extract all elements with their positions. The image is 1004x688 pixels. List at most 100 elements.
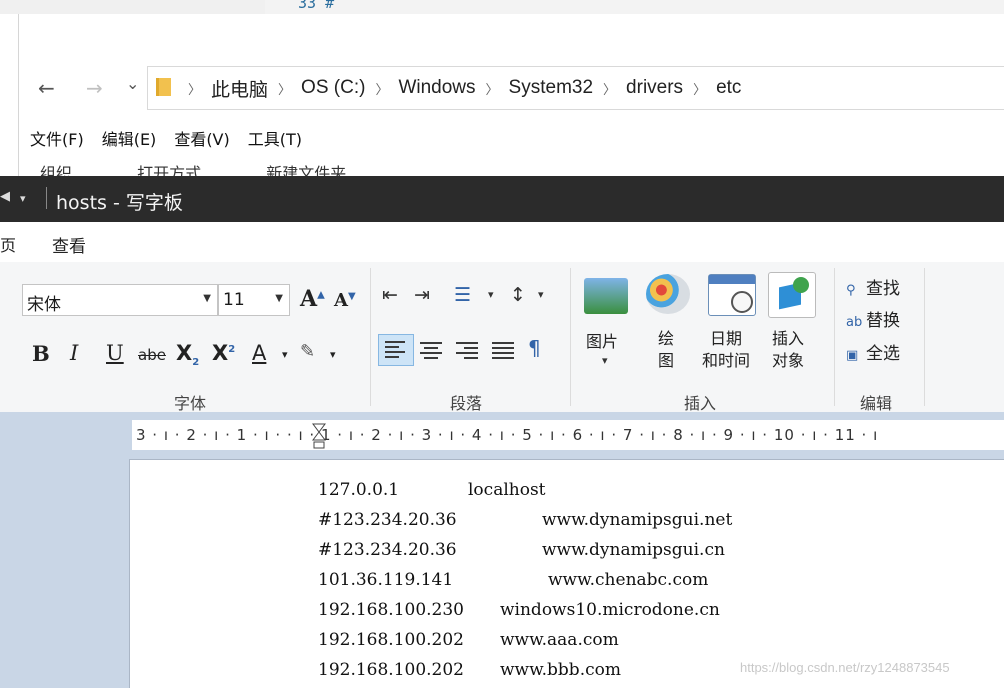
select-all-button[interactable]: ▣ 全选 [846, 339, 900, 364]
highlight-pen-icon[interactable]: ✎ [300, 341, 315, 362]
bold-icon[interactable]: B [32, 341, 50, 366]
find-label: 查找 [866, 279, 900, 299]
font-family-value: 宋体 [27, 295, 61, 315]
chevron-down-icon: ▼ [275, 293, 283, 304]
underline-icon[interactable]: U [106, 341, 124, 365]
ruler-scale: 3 · ı · 2 · ı · 1 · ı · · ı · 1 · ı · 2 … [136, 426, 879, 444]
font-size-select[interactable]: 11 ▼ [218, 284, 290, 316]
breadcrumb-item-os-c[interactable]: OS (C:) [301, 77, 365, 99]
chevron-down-icon[interactable]: ▾ [330, 348, 336, 361]
subscript-icon[interactable]: X2 [176, 341, 199, 368]
explorer-menu-bar: 文件(F) 编辑(E) 查看(V) 工具(T) [30, 126, 320, 152]
hosts-hostname: www.dynamipsgui.net [542, 510, 733, 530]
superscript-icon[interactable]: X2 [212, 341, 235, 365]
forward-arrow-icon[interactable]: → [86, 76, 103, 100]
indent-marker-icon[interactable] [312, 423, 326, 449]
quick-access-dropdown-icon[interactable]: ▾ [20, 192, 26, 205]
menu-file[interactable]: 文件(F) [30, 126, 84, 152]
align-left-button[interactable] [378, 334, 414, 366]
chevron-down-icon[interactable]: ▾ [488, 288, 494, 301]
hosts-hostname: www.bbb.com [500, 660, 621, 680]
recent-locations-chevron-icon[interactable]: ⌄ [126, 74, 139, 93]
command-open-with[interactable]: 打开方式 [137, 160, 201, 176]
editing-group-label: 编辑 [860, 394, 893, 413]
address-bar[interactable]: 〉 此电脑 〉 OS (C:) 〉 Windows 〉 System32 〉 d… [147, 66, 1004, 110]
date-time-icon[interactable] [708, 274, 756, 316]
align-right-icon[interactable] [454, 336, 482, 364]
font-family-select[interactable]: 宋体 ▼ [22, 284, 218, 316]
breadcrumb-item-windows[interactable]: Windows [398, 77, 475, 99]
grow-font-icon[interactable]: A▲ [300, 286, 325, 312]
insert-object-label[interactable]: 插入 对象 [772, 328, 804, 372]
back-arrow-icon[interactable]: ← [38, 76, 55, 100]
hosts-hostname: www.chenabc.com [548, 570, 709, 590]
insert-picture-label[interactable]: 图片 [586, 328, 618, 352]
binoculars-icon: ⚲ [846, 283, 856, 298]
hosts-ip: 192.168.100.202 [318, 660, 465, 680]
hosts-hostname: localhost [468, 480, 546, 500]
paragraph-group-label: 段落 [450, 394, 483, 413]
hosts-hostname: www.dynamipsgui.cn [542, 540, 725, 560]
tab-home-partial[interactable]: 页 [0, 232, 16, 256]
editor-gutter [0, 0, 265, 14]
chevron-down-icon[interactable]: ▾ [282, 348, 288, 361]
menu-tools[interactable]: 工具(T) [248, 126, 302, 152]
ruler[interactable]: 3 · ı · 2 · ı · 1 · ı · · ı · 1 · ı · 2 … [132, 420, 1004, 450]
hosts-ip: 192.168.100.230 [318, 600, 465, 620]
bullet-list-icon[interactable]: ☰ [454, 284, 471, 306]
replace-button[interactable]: ab 替换 [846, 306, 900, 331]
insert-datetime-label[interactable]: 日期 和时间 [702, 328, 750, 372]
ribbon-divider [370, 268, 371, 406]
text-color-icon[interactable]: A [252, 341, 266, 365]
font-size-value: 11 [223, 290, 245, 310]
hosts-ip: #123.234.20.36 [318, 510, 457, 530]
window-title: hosts - 写字板 [56, 192, 183, 214]
align-center-icon[interactable] [418, 336, 446, 364]
find-button[interactable]: ⚲ 查找 [846, 274, 900, 299]
line-spacing-icon[interactable]: ↕ [510, 284, 526, 306]
hosts-ip: 101.36.119.141 [318, 570, 454, 590]
increase-indent-icon[interactable]: ⇥ [414, 284, 430, 306]
breadcrumb: 〉 此电脑 〉 OS (C:) 〉 Windows 〉 System32 〉 d… [178, 67, 741, 109]
breadcrumb-separator-icon: 〉 [278, 81, 292, 97]
ribbon: 宋体 ▼ 11 ▼ A▲ A▼ B I U abe X2 X2 A ▾ ✎ ▾ … [0, 262, 1004, 413]
page-margin-area [0, 452, 130, 688]
paragraph-settings-icon[interactable]: ¶ [528, 336, 541, 360]
justify-icon[interactable] [490, 336, 518, 364]
editor-line-number: 33 # [298, 0, 335, 12]
address-row: ← → ⌄ 〉 此电脑 〉 OS (C:) 〉 Windows 〉 System… [18, 62, 1004, 114]
breadcrumb-item-system32[interactable]: System32 [509, 77, 593, 99]
background-editor-strip: 33 # [0, 0, 1004, 14]
menu-view[interactable]: 查看(V) [174, 126, 229, 152]
menu-edit[interactable]: 编辑(E) [102, 126, 157, 152]
chevron-down-icon[interactable]: ▾ [602, 354, 608, 367]
chevron-down-icon: ▼ [203, 293, 211, 304]
insert-object-icon[interactable] [768, 272, 816, 318]
command-organize[interactable]: 组织 [40, 160, 72, 176]
tab-view[interactable]: 查看 [52, 232, 86, 257]
paint-icon[interactable] [646, 274, 690, 314]
breadcrumb-item-this-pc[interactable]: 此电脑 [211, 75, 268, 102]
breadcrumb-separator-icon: 〉 [603, 81, 617, 97]
hosts-hostname: windows10.microdone.cn [500, 600, 720, 620]
wordpad-title-bar: ◀ ▾ hosts - 写字板 [0, 176, 1004, 222]
insert-paint-label[interactable]: 绘 图 [658, 328, 674, 372]
picture-icon[interactable] [584, 278, 628, 314]
hosts-ip: 192.168.100.202 [318, 630, 465, 650]
italic-icon[interactable]: I [70, 341, 78, 365]
breadcrumb-item-etc[interactable]: etc [716, 77, 741, 99]
ribbon-divider [570, 268, 571, 406]
quick-access-icon[interactable]: ◀ [0, 189, 10, 204]
decrease-indent-icon[interactable]: ⇤ [382, 284, 398, 306]
shrink-font-icon[interactable]: A▼ [334, 290, 356, 311]
ribbon-divider [924, 268, 925, 406]
command-new-folder[interactable]: 新建文件夹 [266, 160, 346, 176]
breadcrumb-separator-icon: 〉 [375, 81, 389, 97]
breadcrumb-separator-icon: 〉 [188, 81, 202, 97]
strikethrough-icon[interactable]: abe [138, 346, 166, 364]
chevron-down-icon[interactable]: ▾ [538, 288, 544, 301]
breadcrumb-item-drivers[interactable]: drivers [626, 77, 683, 99]
hosts-ip: 127.0.0.1 [318, 480, 400, 500]
breadcrumb-separator-icon: 〉 [485, 81, 499, 97]
hosts-ip: #123.234.20.36 [318, 540, 457, 560]
